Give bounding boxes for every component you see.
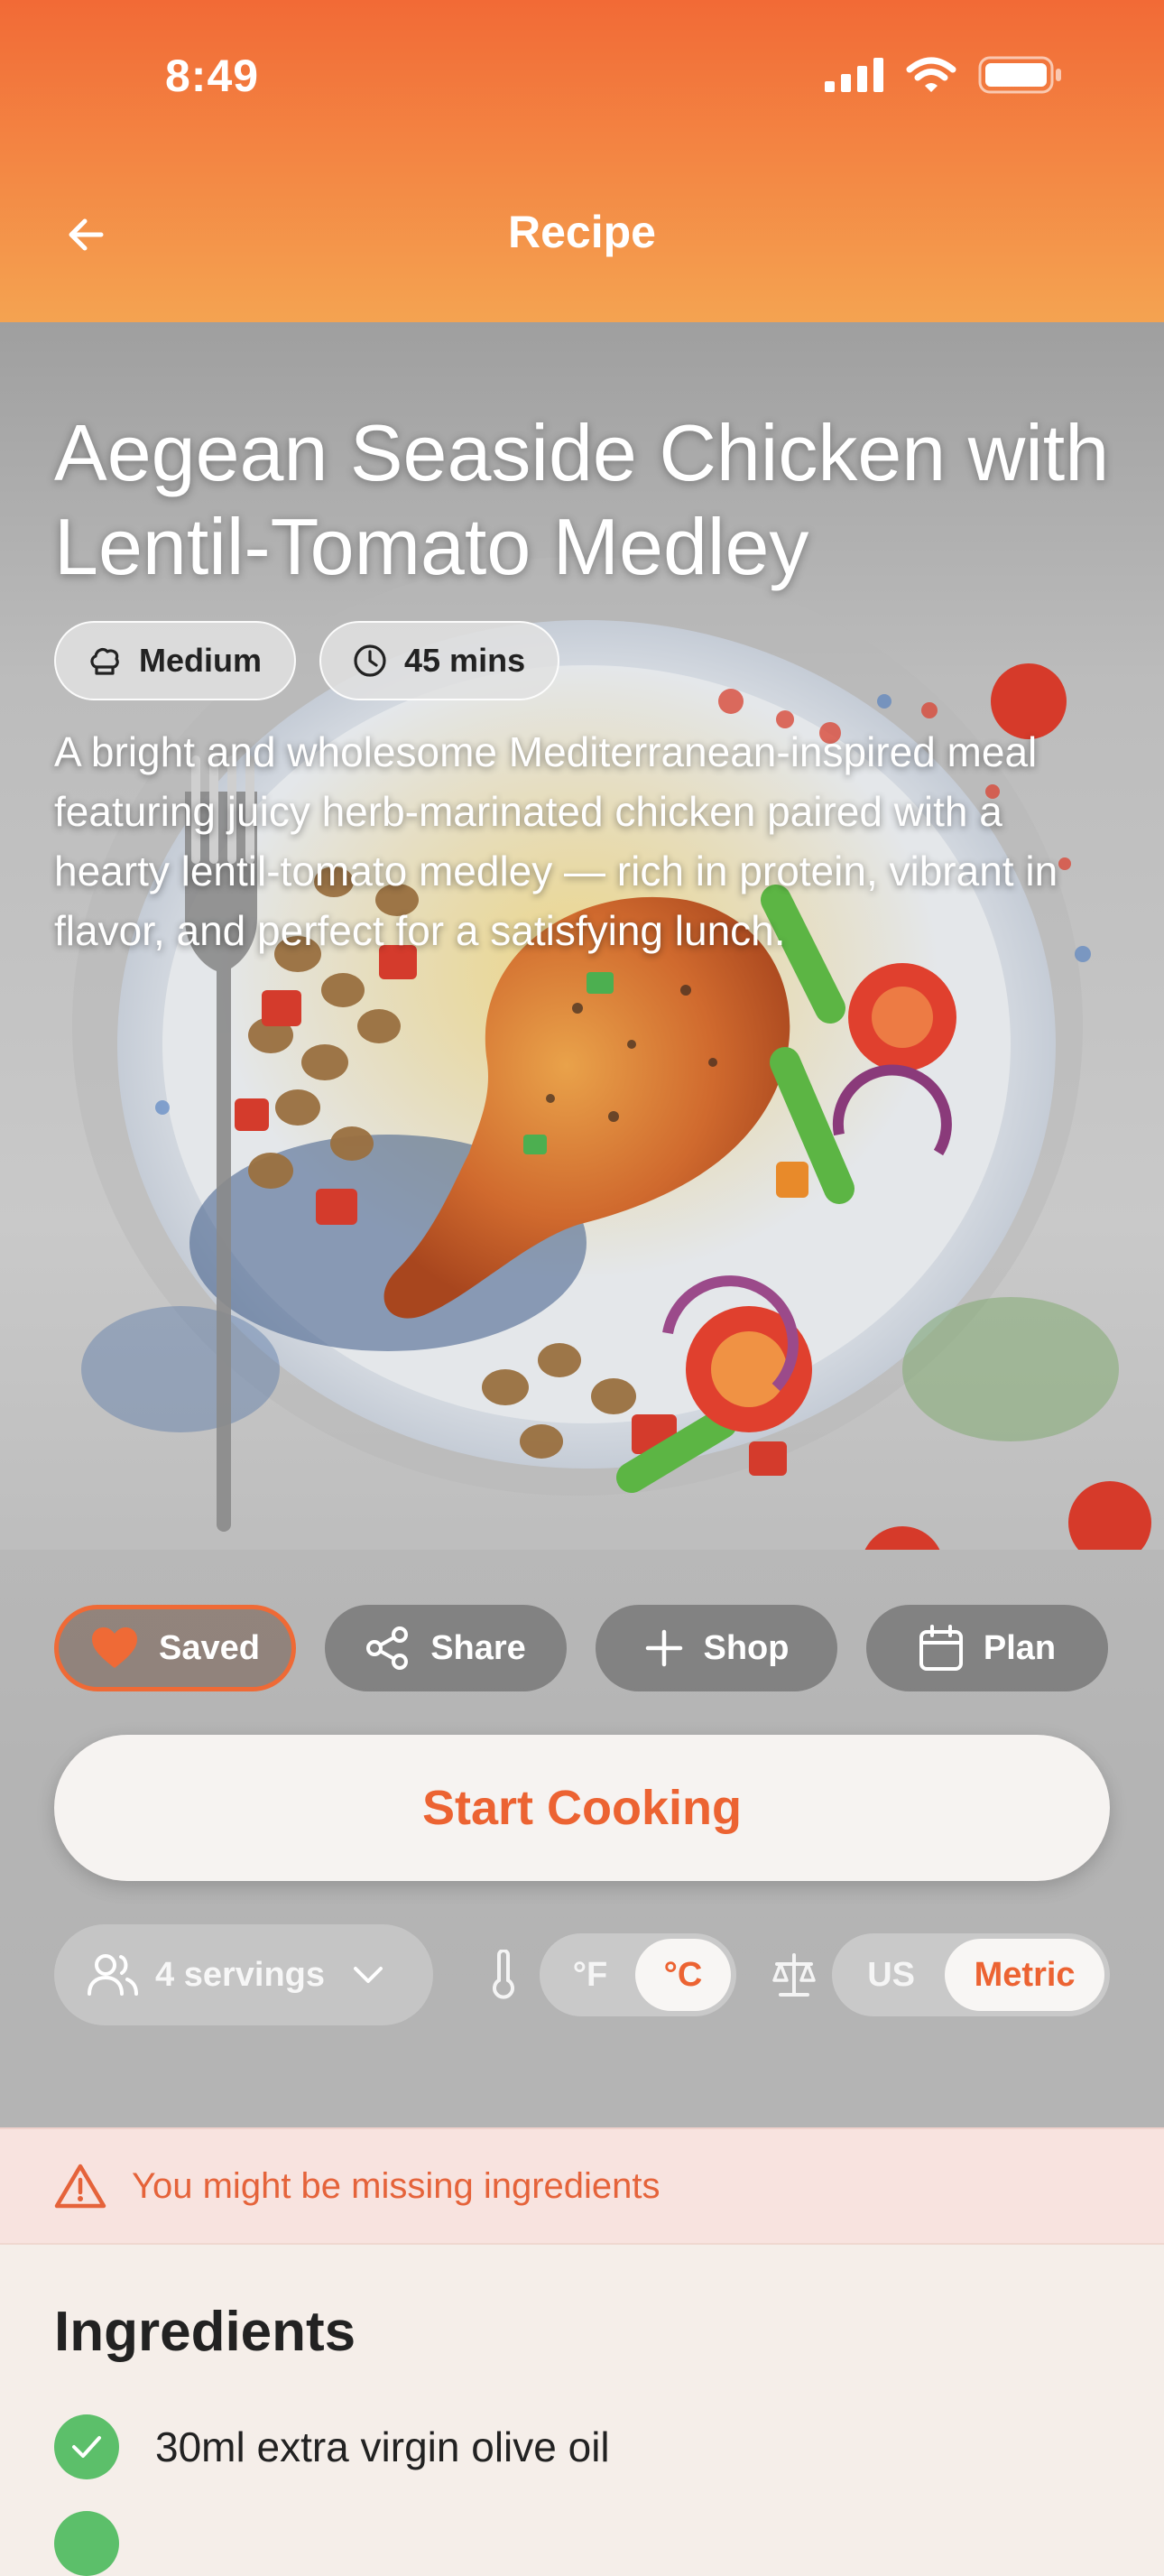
- recipe-title: Aegean Seaside Chicken with Lentil-Tomat…: [54, 408, 1110, 591]
- scale-icon: [772, 1953, 816, 1997]
- ingredient-label: 30ml extra virgin olive oil: [155, 2423, 610, 2470]
- cellular-signal-icon: [825, 58, 883, 92]
- clock-icon: [354, 644, 386, 677]
- check-icon[interactable]: [54, 2414, 119, 2479]
- heart-icon: [92, 1627, 138, 1668]
- duration-label: 45 mins: [404, 642, 526, 679]
- page-title: Recipe: [508, 207, 656, 257]
- difficulty-label: Medium: [139, 642, 263, 679]
- plus-icon: [645, 1629, 682, 1667]
- share-label: Share: [430, 1628, 526, 1667]
- unit-toggle: US Metric: [832, 1933, 1110, 2016]
- servings-selector[interactable]: 4 servings: [54, 1924, 433, 2025]
- temp-f-option[interactable]: °F: [545, 1939, 635, 2011]
- thermometer-icon: [493, 1950, 514, 1999]
- unit-us-option[interactable]: US: [837, 1939, 945, 2011]
- check-icon[interactable]: [54, 2511, 119, 2576]
- saved-button[interactable]: Saved: [54, 1605, 296, 1691]
- missing-ingredients-banner[interactable]: You might be missing ingredients: [0, 2127, 1164, 2245]
- top-header: 8:49 Recipe: [0, 0, 1164, 322]
- share-button[interactable]: Share: [325, 1605, 567, 1691]
- status-icons: [825, 56, 1063, 94]
- recipe-meta-chips: Medium 45 mins: [54, 621, 560, 700]
- servings-label: 4 servings: [155, 1955, 325, 1994]
- chevron-down-icon: [354, 1967, 383, 1983]
- plan-button[interactable]: Plan: [866, 1605, 1108, 1691]
- duration-chip: 45 mins: [319, 621, 560, 700]
- plan-label: Plan: [983, 1628, 1057, 1667]
- ingredient-item[interactable]: 30ml extra virgin olive oil: [54, 2414, 610, 2479]
- shop-label: Shop: [703, 1628, 790, 1667]
- wifi-icon: [906, 57, 956, 92]
- chef-hat-icon: [90, 647, 119, 675]
- share-icon: [366, 1626, 409, 1670]
- start-cooking-button[interactable]: Start Cooking: [54, 1735, 1110, 1881]
- recipe-description: A bright and wholesome Mediterranean-ins…: [54, 728, 1058, 954]
- action-buttons: Saved Share Shop Plan: [54, 1605, 1108, 1691]
- temperature-toggle: °F °C: [540, 1933, 736, 2016]
- temp-c-option[interactable]: °C: [635, 1939, 731, 2011]
- warning-text: You might be missing ingredients: [132, 2165, 661, 2206]
- ingredients-heading: Ingredients: [54, 2301, 356, 2363]
- recipe-controls: 4 servings °F °C US Metric: [54, 1924, 1110, 2025]
- warning-icon: [54, 2164, 106, 2209]
- calendar-icon: [919, 1625, 963, 1671]
- unit-metric-option[interactable]: Metric: [945, 1939, 1104, 2011]
- status-time: 8:49: [165, 51, 260, 101]
- shop-button[interactable]: Shop: [596, 1605, 837, 1691]
- battery-icon: [978, 56, 1061, 94]
- saved-label: Saved: [159, 1628, 260, 1667]
- people-icon: [88, 1954, 138, 1996]
- difficulty-chip: Medium: [54, 621, 297, 700]
